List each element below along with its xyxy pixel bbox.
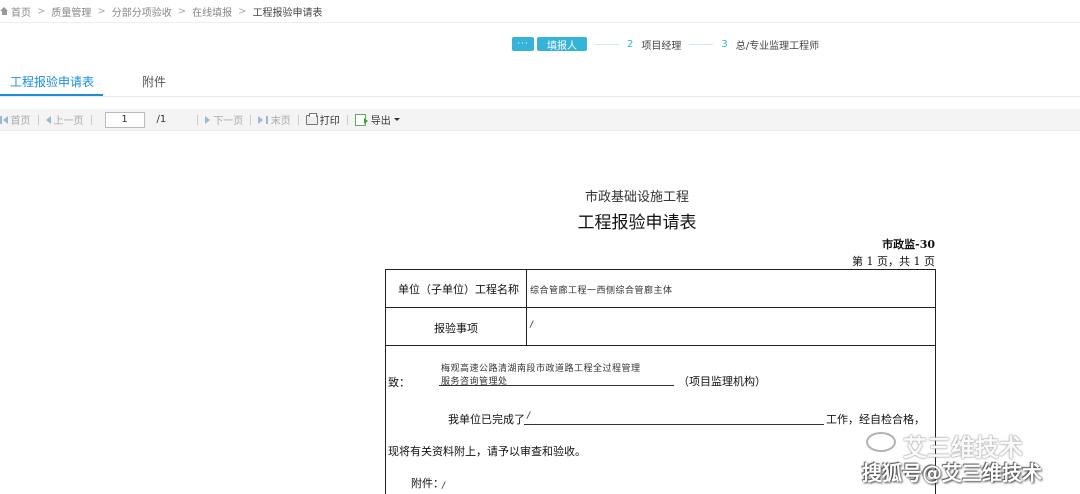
breadcrumb-online-fill[interactable]: 在线填报 (192, 4, 232, 19)
tab-attachments[interactable]: 附件 (142, 73, 166, 90)
last-page-button[interactable]: 末页 (258, 112, 291, 127)
toolbar-separator (37, 114, 39, 125)
attachment-value[interactable]: / (441, 481, 447, 491)
step-project-manager: 项目经理 (641, 40, 682, 52)
step-connector (595, 43, 619, 45)
chevron-down-icon (393, 118, 400, 121)
home-icon[interactable] (0, 7, 9, 15)
breadcrumb-current: 工程报验申请表 (252, 7, 323, 19)
breadcrumb: 首页 > 质量管理 > 分部分项验收 > 在线填报 > 工程报验申请表 (0, 0, 1080, 22)
toolbar-separator (297, 114, 299, 125)
next-page-icon (205, 115, 211, 124)
inspection-item-value[interactable]: / (529, 320, 535, 330)
bar-icon (266, 115, 268, 124)
watermark-source: 搜狐号@艾三维技术 (862, 461, 1042, 485)
export-icon (354, 113, 368, 126)
step-supervising-engineer: 总/专业监理工程师 (735, 40, 820, 52)
completed-underline (524, 424, 824, 425)
project-name-value[interactable]: 综合管廊工程一西侧综合管廊主体 (530, 283, 673, 296)
prev-page-label: 上一页 (53, 116, 84, 127)
recipient-line-1[interactable]: 梅观高速公路清湖南段市政道路工程全过程管理 (441, 361, 641, 374)
breadcrumb-home[interactable]: 首页 (11, 4, 31, 19)
toolbar-separator (197, 114, 199, 125)
tab-application-form[interactable]: 工程报验申请表 (10, 73, 94, 90)
breadcrumb-separator: > (177, 5, 187, 17)
toolbar-separator (346, 114, 348, 125)
step-number: 2 (627, 38, 634, 50)
divider (0, 22, 1080, 23)
page-number-input[interactable] (104, 111, 145, 128)
first-page-icon (0, 115, 2, 124)
breadcrumb-separator: > (37, 5, 46, 17)
inspection-item-label: 报验事项 (434, 322, 478, 335)
breadcrumb-acceptance[interactable]: 分部分项验收 (112, 4, 172, 19)
export-label: 导出 (370, 116, 391, 127)
attachment-label: 附件： (411, 477, 444, 490)
toolbar-separator (250, 114, 252, 125)
step-connector (689, 43, 714, 45)
document-code: 市政监-30 (882, 238, 935, 251)
watermark-logo-icon (866, 432, 896, 452)
to-label: 致： (388, 376, 410, 389)
next-page-label: 下一页 (213, 116, 244, 127)
printer-icon (305, 112, 318, 125)
first-page-button[interactable]: 首页 (0, 112, 31, 127)
application-form-table: 单位（子单位）工程名称 综合管廊工程一西侧综合管廊主体 报验事项 / 致： 梅观… (385, 269, 936, 494)
breadcrumb-separator: > (238, 5, 247, 17)
submit-text: 现将有关资料附上，请予以审查和验收。 (388, 445, 586, 458)
completed-prefix: 我单位已完成了 (448, 413, 525, 426)
tab-bar: 工程报验申请表 附件 (0, 64, 1080, 97)
table-row: 单位（子单位）工程名称 综合管廊工程一西侧综合管廊主体 (386, 270, 935, 308)
workflow-steps: ··· 填报人 2 项目经理 3 总/专业监理工程师 (512, 36, 819, 52)
active-tab-indicator (0, 94, 103, 96)
breadcrumb-quality[interactable]: 质量管理 (51, 4, 91, 19)
document-title: 工程报验申请表 (577, 213, 697, 233)
report-toolbar: 首页 上一页 /1 下一页 末页 打印 导出 (0, 109, 1080, 131)
prev-page-button[interactable]: 上一页 (45, 112, 84, 127)
project-name-label: 单位（子单位）工程名称 (398, 283, 519, 296)
export-button[interactable]: 导出 (354, 112, 400, 127)
next-page-button[interactable]: 下一页 (205, 112, 243, 127)
step-filler-active: 填报人 (537, 37, 587, 52)
table-row: 报验事项 / (386, 308, 935, 346)
last-page-icon (258, 115, 264, 124)
step-number: 3 (721, 38, 728, 50)
document-page-count: 第 1 页，共 1 页 (852, 255, 935, 268)
arrow-left-icon (2, 115, 8, 124)
more-dots-icon[interactable]: ··· (512, 37, 534, 51)
first-page-label: 首页 (10, 116, 31, 127)
prev-page-icon (45, 115, 51, 124)
recipient-underline (439, 385, 674, 386)
document-subtitle: 市政基础设施工程 (584, 190, 689, 205)
recipient-suffix: （项目监理机构） (678, 375, 766, 388)
page-total: /1 (156, 114, 167, 125)
toolbar-separator (90, 114, 92, 125)
completed-suffix: 工作，经自检合格， (826, 413, 925, 426)
print-button[interactable]: 打印 (305, 112, 340, 127)
table-divider (526, 270, 527, 346)
completed-work-value[interactable]: / (526, 411, 532, 421)
print-label: 打印 (319, 116, 340, 127)
last-page-label: 末页 (270, 116, 291, 127)
breadcrumb-separator: > (97, 5, 106, 17)
